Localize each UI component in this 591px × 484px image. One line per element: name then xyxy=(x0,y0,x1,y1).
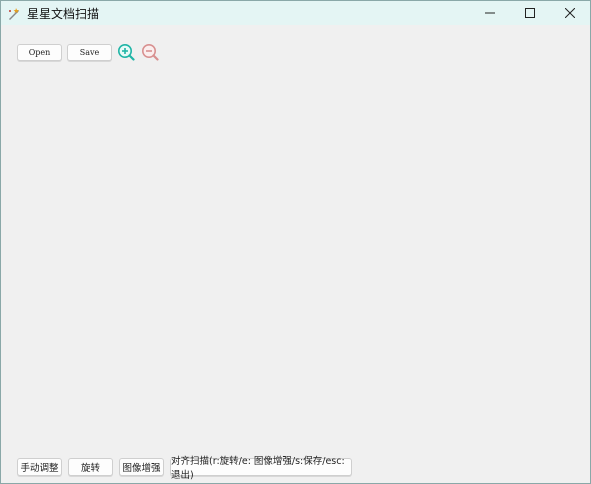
app-icon xyxy=(7,6,21,20)
rotate-button[interactable]: 旋转 xyxy=(68,458,113,476)
zoom-out-icon xyxy=(142,44,159,61)
save-button[interactable]: Save xyxy=(67,43,112,61)
zoom-in-button[interactable] xyxy=(116,42,136,62)
close-button[interactable] xyxy=(550,1,590,25)
minimize-button[interactable] xyxy=(470,1,510,25)
bottom-toolbar: 手动调整 旋转 图像增强 对齐扫描(r:旋转/e: 图像增强/s:保存/esc:… xyxy=(17,456,358,481)
open-button[interactable]: Open xyxy=(17,43,62,61)
align-scan-button[interactable]: 对齐扫描(r:旋转/e: 图像增强/s:保存/esc:退出) xyxy=(170,456,352,481)
minimize-icon xyxy=(485,12,495,14)
manual-adjust-button[interactable]: 手动调整 xyxy=(17,458,62,476)
toolbar: Open Save xyxy=(17,42,160,62)
window-controls xyxy=(470,1,590,25)
zoom-out-button[interactable] xyxy=(140,42,160,62)
window-title: 星星文档扫描 xyxy=(27,6,100,21)
enhance-button[interactable]: 图像增强 xyxy=(119,458,164,476)
maximize-icon xyxy=(525,8,535,18)
maximize-button[interactable] xyxy=(510,1,550,25)
zoom-in-icon xyxy=(118,44,135,61)
image-canvas[interactable] xyxy=(1,65,590,453)
title-bar[interactable]: 星星文档扫描 xyxy=(1,1,590,25)
app-window: 星星文档扫描 Open Save 手动调整 旋转 图像增强 对齐扫描(r:旋转/… xyxy=(0,0,591,484)
close-icon xyxy=(565,8,575,18)
